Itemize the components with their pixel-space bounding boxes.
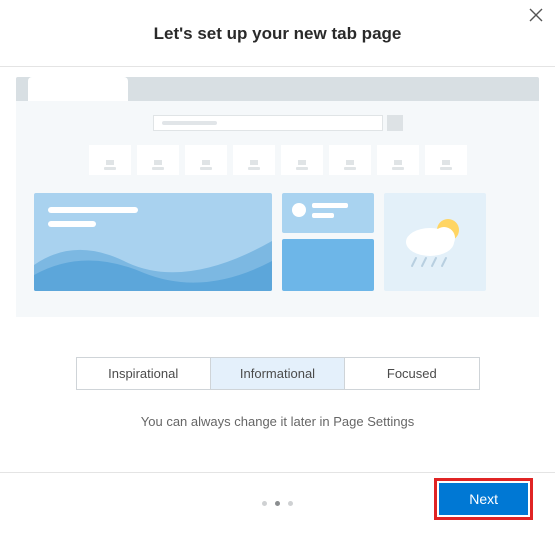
preview-tile xyxy=(281,145,323,175)
divider-top xyxy=(0,66,555,67)
pager-dot xyxy=(262,501,267,506)
preview-body xyxy=(16,101,539,317)
preview-tile xyxy=(185,145,227,175)
page-title: Let's set up your new tab page xyxy=(0,0,555,66)
preview-tile xyxy=(425,145,467,175)
preview-tabbar xyxy=(16,77,539,101)
option-informational[interactable]: Informational xyxy=(210,358,344,389)
pager-dot-active xyxy=(275,501,280,506)
preview-search-box xyxy=(153,115,383,131)
preview-card-large xyxy=(34,193,272,291)
option-focused[interactable]: Focused xyxy=(344,358,478,389)
preview-card-column xyxy=(282,193,374,291)
preview-tile xyxy=(233,145,275,175)
preview-card-small xyxy=(282,239,374,291)
next-button[interactable]: Next xyxy=(439,483,528,515)
footer: Next xyxy=(0,472,555,534)
preview-search-button xyxy=(387,115,403,131)
layout-options: Inspirational Informational Focused xyxy=(76,357,480,390)
preview-tile xyxy=(137,145,179,175)
preview-tile xyxy=(89,145,131,175)
pager-dot xyxy=(288,501,293,506)
step-pager xyxy=(262,501,293,506)
preview-weather-card xyxy=(384,193,486,291)
preview-quicklinks xyxy=(34,145,521,175)
preview-cards xyxy=(34,193,521,291)
option-inspirational[interactable]: Inspirational xyxy=(77,358,210,389)
preview-search-row xyxy=(34,115,521,131)
hint-text: You can always change it later in Page S… xyxy=(0,414,555,429)
preview-card-small xyxy=(282,193,374,233)
layout-preview xyxy=(16,77,539,317)
preview-tile xyxy=(377,145,419,175)
close-icon[interactable] xyxy=(525,2,547,31)
preview-tile xyxy=(329,145,371,175)
next-button-highlight: Next xyxy=(434,478,533,520)
preview-tab-active xyxy=(28,77,128,101)
